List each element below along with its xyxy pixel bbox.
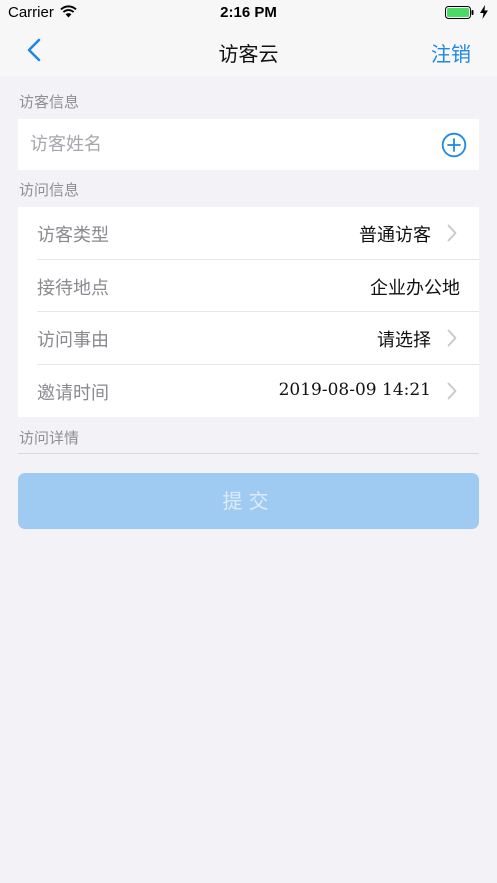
battery-icon (445, 6, 474, 19)
visit-reason-label: 访问事由 (37, 330, 109, 351)
invite-time-row[interactable]: 邀请时间 2019-08-09 14:21 (18, 365, 479, 418)
visitor-info-header: 访客信息 (19, 93, 80, 111)
visit-reason-row[interactable]: 访问事由 请选择 (18, 312, 479, 365)
visit-info-header: 访问信息 (19, 181, 80, 199)
logout-button[interactable]: 注销 (431, 38, 471, 67)
navigation-bar: 访客云 注销 (0, 24, 497, 76)
visitor-type-row[interactable]: 访客类型 普通访客 (18, 207, 479, 260)
visit-details-header: 访问详情 (19, 429, 80, 447)
reception-location-row: 接待地点 企业办公地 (18, 260, 479, 312)
clock: 2:16 PM (220, 4, 277, 21)
status-bar: Carrier 2:16 PM (0, 0, 497, 24)
chevron-right-icon (447, 382, 457, 399)
page-title: 访客云 (218, 42, 279, 66)
divider (18, 453, 479, 454)
submit-button[interactable]: 提交 (18, 473, 479, 529)
plus-circle-icon[interactable] (441, 132, 467, 158)
visitor-type-value: 普通访客 (359, 225, 431, 246)
invite-time-value: 2019-08-09 14:21 (278, 379, 431, 400)
charging-bolt-icon (480, 5, 488, 19)
visitor-name-row (18, 119, 479, 170)
invite-time-label: 邀请时间 (37, 382, 109, 404)
visitor-name-input[interactable] (30, 119, 430, 170)
chevron-right-icon (447, 224, 457, 242)
visit-reason-value: 请选择 (377, 330, 431, 351)
visitor-type-label: 访客类型 (37, 225, 109, 246)
reception-location-value: 企业办公地 (370, 277, 460, 299)
reception-location-label: 接待地点 (37, 277, 109, 299)
chevron-left-icon[interactable] (22, 37, 48, 63)
visit-info-card: 访客类型 普通访客 接待地点 企业办公地 访问事由 请选择 邀请时间 2019-… (18, 207, 479, 417)
chevron-right-icon (447, 329, 457, 347)
